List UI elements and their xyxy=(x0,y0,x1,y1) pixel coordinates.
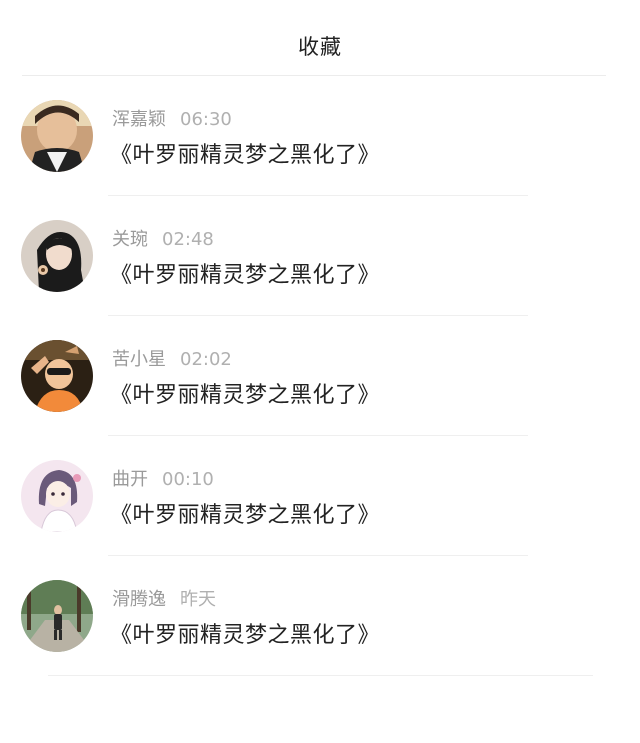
list-item[interactable]: 苦小星 02:02 《叶罗丽精灵梦之黑化了》 xyxy=(0,316,640,436)
list-item[interactable]: 浑嘉颖 06:30 《叶罗丽精灵梦之黑化了》 xyxy=(0,76,640,196)
item-meta: 浑嘉颖 06:30 xyxy=(112,105,232,131)
username[interactable]: 浑嘉颖 xyxy=(112,109,166,130)
avatar[interactable] xyxy=(21,460,93,532)
item-title[interactable]: 《叶罗丽精灵梦之黑化了》 xyxy=(110,377,380,409)
timestamp: 02:48 xyxy=(162,229,214,250)
avatar[interactable] xyxy=(21,220,93,292)
timestamp: 06:30 xyxy=(180,109,232,130)
item-meta: 关琬 02:48 xyxy=(112,225,214,251)
page-title: 收藏 xyxy=(298,35,342,59)
avatar-image xyxy=(21,580,93,652)
avatar[interactable] xyxy=(21,340,93,412)
timestamp: 昨天 xyxy=(180,589,216,610)
avatar-image xyxy=(21,100,93,172)
item-meta: 曲开 00:10 xyxy=(112,465,214,491)
item-title[interactable]: 《叶罗丽精灵梦之黑化了》 xyxy=(110,617,380,649)
avatar-image xyxy=(21,340,93,412)
list-item[interactable]: 关琬 02:48 《叶罗丽精灵梦之黑化了》 xyxy=(0,196,640,316)
item-meta: 苦小星 02:02 xyxy=(112,345,232,371)
item-title[interactable]: 《叶罗丽精灵梦之黑化了》 xyxy=(110,257,380,289)
item-title[interactable]: 《叶罗丽精灵梦之黑化了》 xyxy=(110,137,380,169)
item-meta: 滑腾逸 昨天 xyxy=(112,585,216,611)
item-title[interactable]: 《叶罗丽精灵梦之黑化了》 xyxy=(110,497,380,529)
avatar[interactable] xyxy=(21,580,93,652)
timestamp: 02:02 xyxy=(180,349,232,370)
header-bar: 收藏 xyxy=(0,0,640,76)
timestamp: 00:10 xyxy=(162,469,214,490)
avatar-image xyxy=(21,220,93,292)
row-divider xyxy=(48,675,593,676)
avatar-image xyxy=(21,460,93,532)
username[interactable]: 关琬 xyxy=(112,229,148,250)
favorites-list: 浑嘉颖 06:30 《叶罗丽精灵梦之黑化了》 关琬 02:48 《叶罗丽精灵梦之黑化… xyxy=(0,76,640,676)
list-item[interactable]: 滑腾逸 昨天 《叶罗丽精灵梦之黑化了》 xyxy=(0,556,640,676)
username[interactable]: 滑腾逸 xyxy=(112,589,166,610)
avatar[interactable] xyxy=(21,100,93,172)
username[interactable]: 曲开 xyxy=(112,469,148,490)
username[interactable]: 苦小星 xyxy=(112,349,166,370)
list-item[interactable]: 曲开 00:10 《叶罗丽精灵梦之黑化了》 xyxy=(0,436,640,556)
